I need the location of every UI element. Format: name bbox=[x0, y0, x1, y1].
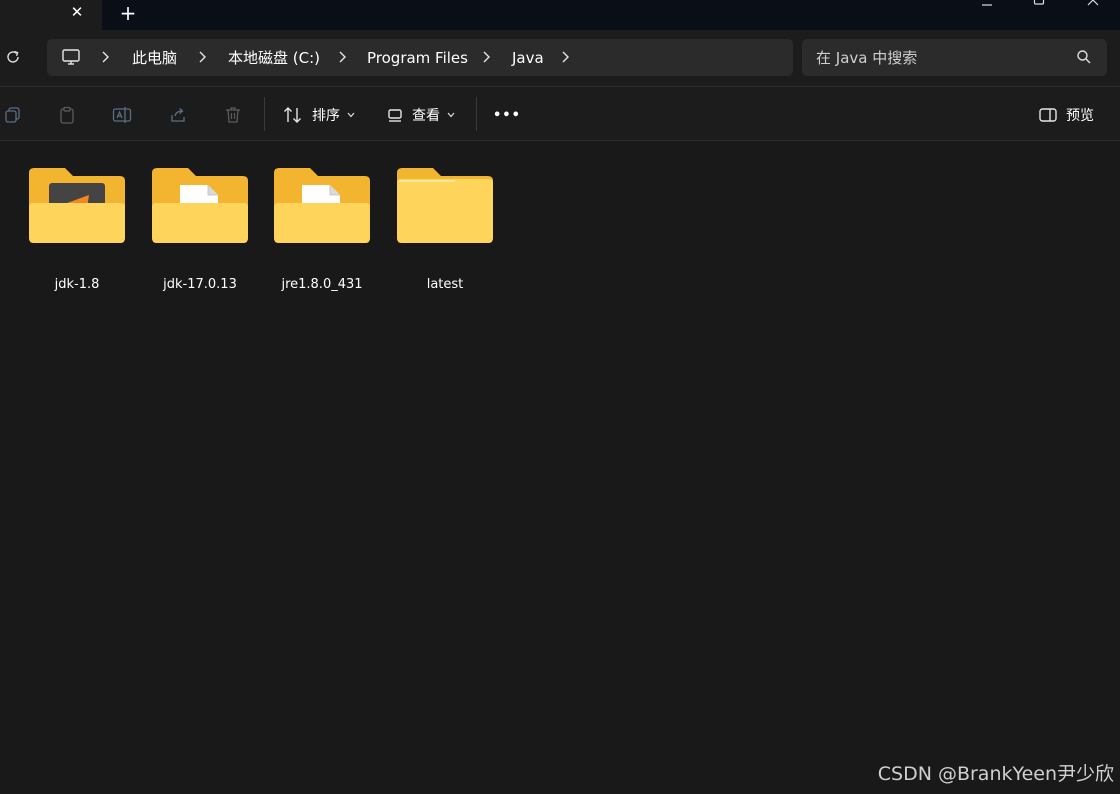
folder-name: jdk-17.0.13 bbox=[163, 277, 237, 292]
folder-document-icon bbox=[274, 168, 370, 243]
view-button[interactable]: 查看 bbox=[387, 101, 455, 129]
preview-pane-button[interactable]: 预览 bbox=[1039, 101, 1094, 129]
trash-icon bbox=[226, 107, 240, 123]
delete-button[interactable] bbox=[222, 104, 244, 126]
view-icon bbox=[388, 109, 402, 122]
new-tab-button[interactable]: + bbox=[116, 0, 140, 26]
toolbar-divider bbox=[264, 97, 265, 131]
folder-java-icon bbox=[29, 168, 125, 243]
preview-label: 预览 bbox=[1066, 108, 1094, 124]
file-list-area: jdk-1.8 jdk-17.0.13 jre1.8.0_431 latest bbox=[0, 141, 1120, 794]
close-icon: ✕ bbox=[70, 2, 84, 21]
breadcrumb-this-pc[interactable]: 此电脑 bbox=[132, 47, 177, 69]
search-box[interactable] bbox=[802, 39, 1107, 76]
share-icon bbox=[171, 108, 185, 122]
chevron-right-icon[interactable] bbox=[197, 50, 209, 64]
file-explorer-window: ✕ + 此电脑 本地磁盘 (C:) Program Files Java 在 J… bbox=[0, 0, 1120, 794]
refresh-icon bbox=[7, 50, 19, 63]
watermark-text: CSDN @BrankYeen尹少欣 bbox=[877, 763, 1114, 785]
maximize-icon bbox=[1033, 0, 1045, 5]
sort-icon bbox=[284, 107, 301, 123]
tab-close-button[interactable]: ✕ bbox=[66, 0, 88, 24]
folder-name: jdk-1.8 bbox=[54, 277, 100, 292]
chevron-down-icon bbox=[347, 112, 355, 118]
search-input[interactable] bbox=[816, 47, 1066, 69]
folder-icon bbox=[397, 168, 493, 243]
address-row: 此电脑 本地磁盘 (C:) Program Files Java bbox=[0, 30, 1120, 86]
chevron-right-icon[interactable] bbox=[560, 50, 572, 64]
minimize-button[interactable] bbox=[975, 0, 999, 10]
folder-item[interactable]: latest bbox=[391, 159, 499, 292]
folder-item[interactable]: jdk-1.8 bbox=[23, 159, 131, 292]
chevron-down-icon bbox=[447, 112, 455, 118]
window-close-button[interactable] bbox=[1081, 0, 1105, 10]
title-bar: ✕ + bbox=[0, 0, 1120, 30]
tab-java[interactable]: ✕ bbox=[0, 0, 102, 30]
more-options-button[interactable]: ••• bbox=[493, 101, 521, 129]
folder-name: latest bbox=[426, 277, 464, 292]
paste-icon bbox=[60, 106, 74, 124]
rename-icon bbox=[112, 107, 132, 123]
view-label: 查看 bbox=[412, 108, 440, 124]
folder-item[interactable]: jdk-17.0.13 bbox=[146, 159, 254, 292]
preview-pane-icon bbox=[1039, 108, 1057, 122]
paste-button[interactable] bbox=[56, 104, 78, 126]
copy-button[interactable] bbox=[2, 104, 24, 126]
plus-icon: + bbox=[119, 1, 137, 25]
refresh-button[interactable] bbox=[2, 46, 24, 68]
copy-icon bbox=[5, 107, 20, 123]
sort-button[interactable]: 排序 bbox=[283, 101, 355, 129]
sort-label: 排序 bbox=[312, 108, 340, 124]
rename-button[interactable] bbox=[111, 104, 133, 126]
address-bar[interactable]: 此电脑 本地磁盘 (C:) Program Files Java bbox=[47, 39, 793, 76]
more-icon: ••• bbox=[493, 107, 521, 123]
chevron-right-icon[interactable] bbox=[481, 50, 493, 64]
command-bar: 排序 查看 ••• 预览 bbox=[0, 86, 1120, 141]
chevron-right-icon[interactable] bbox=[100, 50, 112, 64]
folder-item[interactable]: jre1.8.0_431 bbox=[268, 159, 376, 292]
folder-document-icon bbox=[152, 168, 248, 243]
breadcrumb-program-files[interactable]: Program Files bbox=[367, 47, 468, 69]
folder-name: jre1.8.0_431 bbox=[281, 277, 363, 292]
breadcrumb-java[interactable]: Java bbox=[512, 47, 544, 69]
close-icon bbox=[1087, 0, 1099, 6]
this-pc-icon bbox=[62, 49, 80, 65]
maximize-button[interactable] bbox=[1027, 0, 1051, 10]
toolbar-divider bbox=[476, 97, 477, 131]
chevron-right-icon[interactable] bbox=[337, 50, 349, 64]
minimize-icon bbox=[982, 4, 992, 6]
share-button[interactable] bbox=[167, 104, 189, 126]
search-icon[interactable] bbox=[1076, 49, 1092, 65]
breadcrumb-local-disk[interactable]: 本地磁盘 (C:) bbox=[228, 47, 320, 69]
